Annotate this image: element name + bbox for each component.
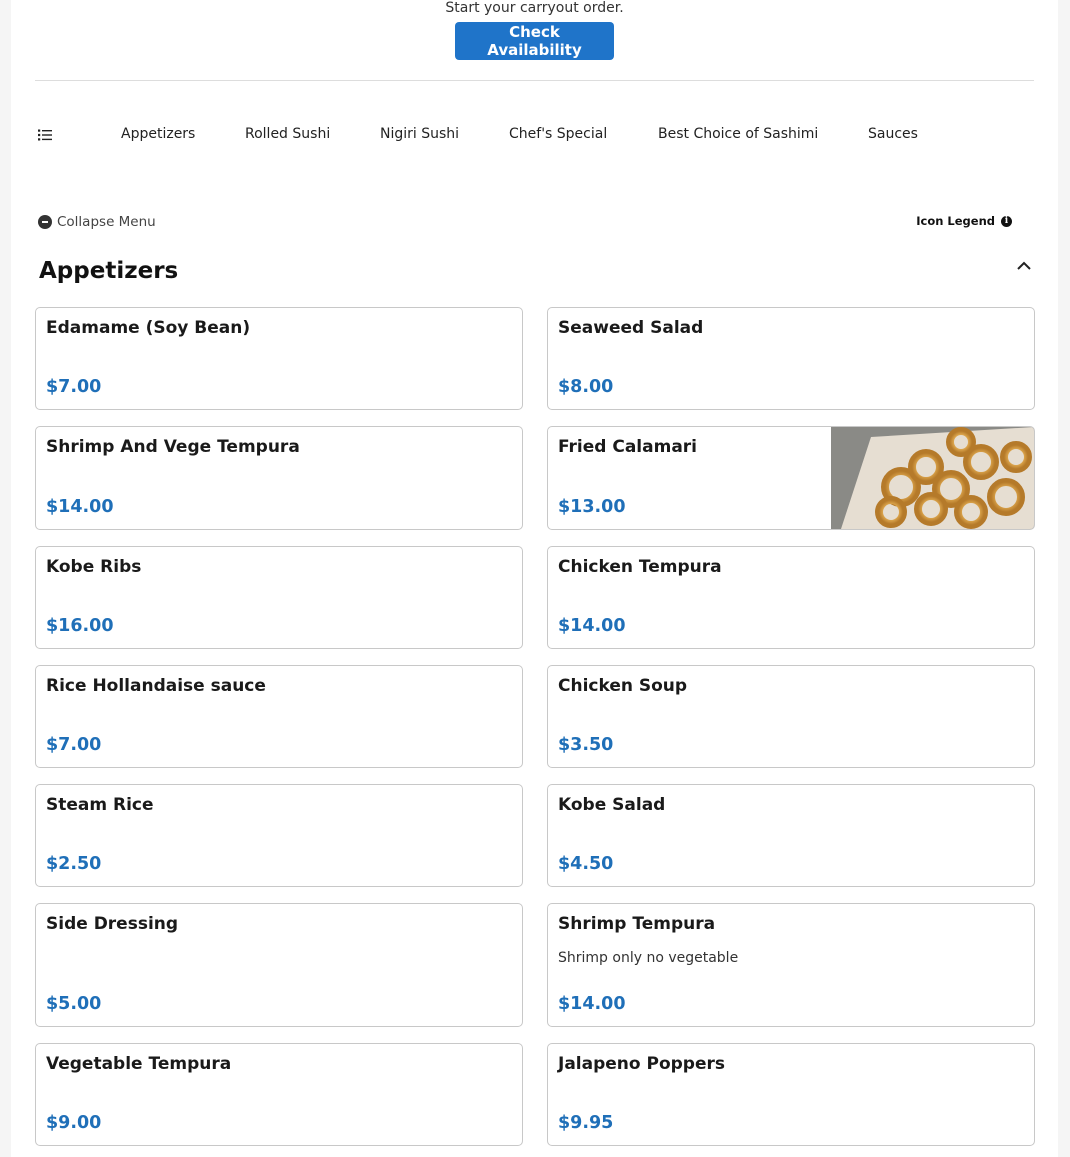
menu-item-name: Seaweed Salad <box>558 318 704 338</box>
menu-item-name: Rice Hollandaise sauce <box>46 676 266 696</box>
section-title: Appetizers <box>39 258 179 284</box>
tab-chefs-special[interactable]: Chef's Special <box>509 126 607 142</box>
tab-rolled-sushi[interactable]: Rolled Sushi <box>245 126 330 142</box>
carryout-prompt: Start your carryout order. <box>445 0 624 16</box>
menu-item-price: $9.00 <box>46 1113 102 1133</box>
menu-item-card[interactable]: Kobe Ribs $16.00 <box>35 546 523 649</box>
menu-item-card[interactable]: Kobe Salad $4.50 <box>547 784 1035 887</box>
menu-item-price: $3.50 <box>558 735 614 755</box>
menu-item-name: Edamame (Soy Bean) <box>46 318 251 338</box>
menu-item-name: Vegetable Tempura <box>46 1054 232 1074</box>
list-icon[interactable] <box>37 127 53 143</box>
menu-item-card[interactable]: Jalapeno Poppers $9.95 <box>547 1043 1035 1146</box>
menu-item-price: $5.00 <box>46 994 102 1014</box>
menu-item-price: $8.00 <box>558 377 614 397</box>
collapse-menu-label: Collapse Menu <box>57 214 156 230</box>
icon-legend-label: Icon Legend <box>916 214 995 228</box>
info-icon: i <box>1001 215 1012 227</box>
category-nav: Appetizers Rolled Sushi Nigiri Sushi Che… <box>35 118 1034 152</box>
collapse-menu-button[interactable]: Collapse Menu <box>38 213 156 231</box>
menu-item-card[interactable]: Seaweed Salad $8.00 <box>547 307 1035 410</box>
menu-item-card[interactable]: Shrimp And Vege Tempura $14.00 <box>35 426 523 530</box>
menu-item-name: Shrimp Tempura <box>558 914 716 934</box>
menu-item-name: Side Dressing <box>46 914 179 934</box>
menu-item-name: Fried Calamari <box>558 437 697 457</box>
menu-item-card[interactable]: Shrimp Tempura Shrimp only no vegetable $1… <box>547 903 1035 1027</box>
menu-item-name: Chicken Soup <box>558 676 688 696</box>
menu-item-price: $9.95 <box>558 1113 614 1133</box>
menu-item-name: Chicken Tempura <box>558 557 722 577</box>
menu-item-name: Shrimp And Vege Tempura <box>46 437 300 457</box>
menu-item-name: Kobe Salad <box>558 795 666 815</box>
menu-item-name: Kobe Ribs <box>46 557 142 577</box>
menu-item-price: $14.00 <box>46 497 114 517</box>
menu-page: Start your carryout order. Check Availab… <box>11 0 1058 1157</box>
menu-item-card[interactable]: Side Dressing $5.00 <box>35 903 523 1027</box>
divider <box>35 80 1034 81</box>
menu-item-price: $16.00 <box>46 616 114 636</box>
menu-item-price: $7.00 <box>46 377 102 397</box>
chevron-up-icon[interactable] <box>1016 258 1032 274</box>
minus-circle-icon <box>38 215 52 229</box>
menu-item-price: $14.00 <box>558 994 626 1014</box>
icon-legend-button[interactable]: Icon Legend i <box>916 214 1012 228</box>
menu-item-photo[interactable] <box>831 427 1034 529</box>
menu-item-card[interactable]: Rice Hollandaise sauce $7.00 <box>35 665 523 768</box>
menu-item-name: Jalapeno Poppers <box>558 1054 726 1074</box>
menu-item-description: Shrimp only no vegetable <box>558 950 739 966</box>
menu-item-card[interactable]: Steam Rice $2.50 <box>35 784 523 887</box>
menu-item-price: $2.50 <box>46 854 102 874</box>
menu-item-card[interactable]: Edamame (Soy Bean) $7.00 <box>35 307 523 410</box>
menu-item-price: $13.00 <box>558 497 626 517</box>
menu-item-card[interactable]: Chicken Soup $3.50 <box>547 665 1035 768</box>
tab-best-choice-of-sashimi[interactable]: Best Choice of Sashimi <box>658 126 818 142</box>
menu-item-price: $7.00 <box>46 735 102 755</box>
check-availability-button[interactable]: Check Availability <box>455 22 614 60</box>
tab-sauces[interactable]: Sauces <box>868 126 918 142</box>
menu-item-card[interactable]: Vegetable Tempura $9.00 <box>35 1043 523 1146</box>
tab-nigiri-sushi[interactable]: Nigiri Sushi <box>380 126 459 142</box>
menu-item-name: Steam Rice <box>46 795 154 815</box>
menu-item-card[interactable]: Fried Calamari $13.00 <box>547 426 1035 530</box>
menu-item-price: $4.50 <box>558 854 614 874</box>
tab-appetizers[interactable]: Appetizers <box>121 126 195 142</box>
menu-item-card[interactable]: Chicken Tempura $14.00 <box>547 546 1035 649</box>
menu-item-price: $14.00 <box>558 616 626 636</box>
